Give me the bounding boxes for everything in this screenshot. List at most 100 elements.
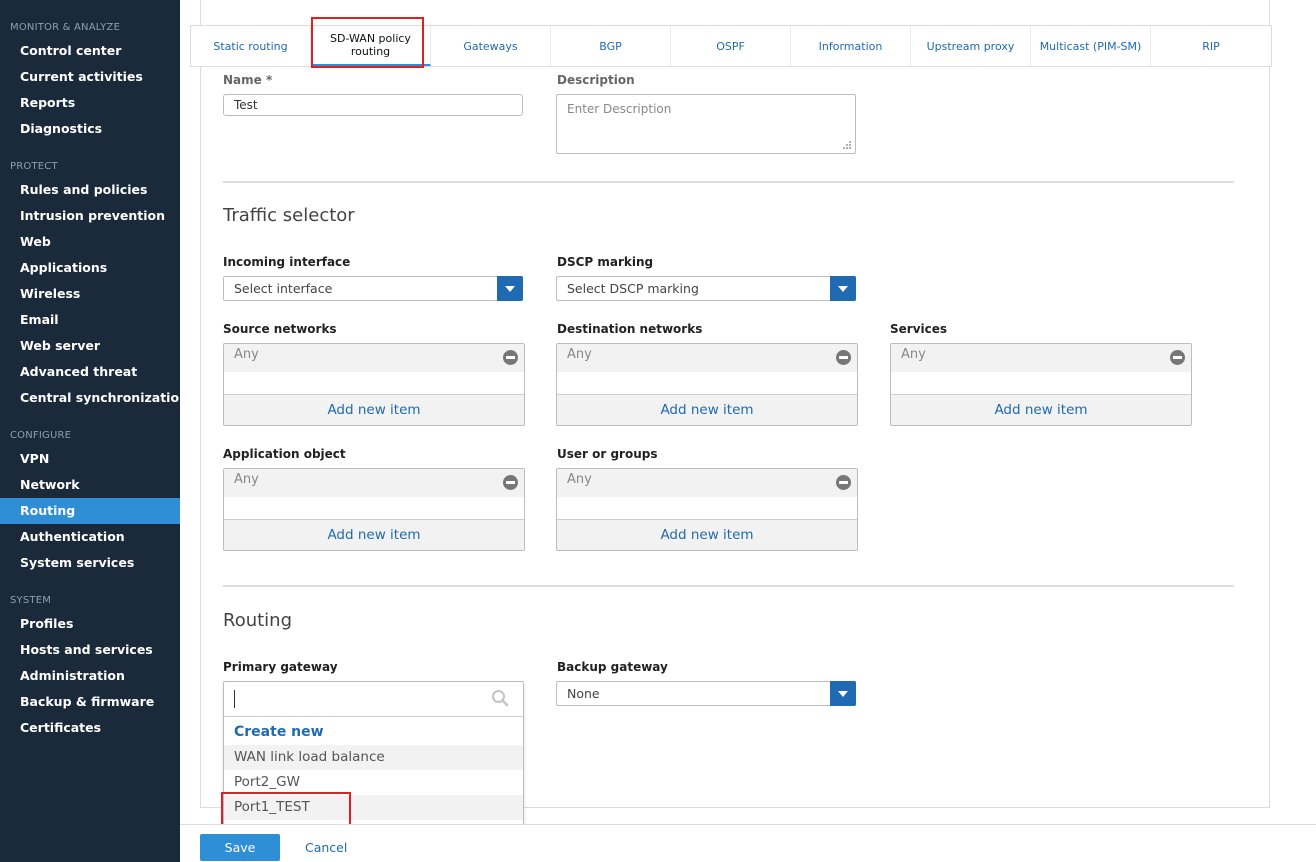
sidebar-section-system: SYSTEM xyxy=(10,595,52,606)
description-placeholder: Enter Description xyxy=(567,102,672,116)
name-input[interactable]: Test xyxy=(223,94,523,116)
backup-gateway-select[interactable]: None xyxy=(556,681,856,706)
sidebar-item-backup-firmware[interactable]: Backup & firmware xyxy=(0,689,180,715)
destination-networks-label: Destination networks xyxy=(557,322,703,336)
sidebar-section-configure: CONFIGURE xyxy=(10,430,72,441)
sidebar-item-wireless[interactable]: Wireless xyxy=(0,281,180,307)
routing-title: Routing xyxy=(223,610,293,631)
sidebar-item-applications[interactable]: Applications xyxy=(0,255,180,281)
add-new-item-button[interactable]: Add new item xyxy=(224,519,524,550)
sidebar-item-web[interactable]: Web xyxy=(0,229,180,255)
user-or-groups-list: Any Add new item xyxy=(556,468,858,551)
list-item-value: Any xyxy=(567,472,592,487)
gateway-option-port2-gw[interactable]: Port2_GW xyxy=(224,770,523,795)
sidebar-item-advanced-threat[interactable]: Advanced threat xyxy=(0,359,180,385)
divider xyxy=(223,585,1234,587)
tab-static-routing[interactable]: Static routing xyxy=(191,26,311,66)
tab-bar: Static routing SD-WAN policy routing Gat… xyxy=(190,25,1272,67)
list-item-value: Any xyxy=(234,347,259,362)
add-new-item-button[interactable]: Add new item xyxy=(224,394,524,425)
sidebar-item-network[interactable]: Network xyxy=(0,472,180,498)
application-object-label: Application object xyxy=(223,447,346,461)
resize-grip-icon[interactable] xyxy=(842,140,852,150)
sidebar-item-diagnostics[interactable]: Diagnostics xyxy=(0,116,180,142)
tab-gateways[interactable]: Gateways xyxy=(431,26,551,66)
sidebar-item-routing[interactable]: Routing xyxy=(0,498,180,524)
primary-gateway-dropdown: Create new WAN link load balance Port2_G… xyxy=(223,681,524,827)
remove-icon[interactable] xyxy=(836,475,851,490)
save-button[interactable]: Save xyxy=(200,834,280,861)
chevron-down-icon[interactable] xyxy=(830,276,856,301)
source-networks-label: Source networks xyxy=(223,322,337,336)
backup-gateway-label: Backup gateway xyxy=(557,660,668,674)
services-list: Any Add new item xyxy=(890,343,1192,426)
incoming-interface-value: Select interface xyxy=(234,281,333,296)
sidebar-item-profiles[interactable]: Profiles xyxy=(0,611,180,637)
sidebar-item-vpn[interactable]: VPN xyxy=(0,446,180,472)
description-label: Description xyxy=(557,73,635,87)
sidebar-item-hosts-and-services[interactable]: Hosts and services xyxy=(0,637,180,663)
sidebar-item-email[interactable]: Email xyxy=(0,307,180,333)
tab-rip[interactable]: RIP xyxy=(1151,26,1271,66)
traffic-selector-title: Traffic selector xyxy=(223,205,355,226)
sidebar-section-protect: PROTECT xyxy=(10,161,58,172)
incoming-interface-label: Incoming interface xyxy=(223,255,351,269)
sidebar-section-monitor: MONITOR & ANALYZE xyxy=(10,22,121,33)
list-item-value: Any xyxy=(234,472,259,487)
list-item: Any xyxy=(557,469,857,497)
sidebar-item-current-activities[interactable]: Current activities xyxy=(0,64,180,90)
name-label: Name * xyxy=(223,73,273,87)
gateway-option-port1-test[interactable]: Port1_TEST xyxy=(224,795,523,820)
list-item: Any xyxy=(224,344,524,372)
text-caret xyxy=(234,690,235,708)
sidebar-item-reports[interactable]: Reports xyxy=(0,90,180,116)
sidebar: MONITOR & ANALYZE Control center Current… xyxy=(0,0,188,862)
gateway-search-input[interactable] xyxy=(224,682,523,717)
dscp-marking-select[interactable]: Select DSCP marking xyxy=(556,276,856,301)
application-object-list: Any Add new item xyxy=(223,468,525,551)
dscp-marking-label: DSCP marking xyxy=(557,255,654,269)
list-item: Any xyxy=(224,469,524,497)
sidebar-item-intrusion-prevention[interactable]: Intrusion prevention xyxy=(0,203,180,229)
chevron-down-icon[interactable] xyxy=(497,276,523,301)
remove-icon[interactable] xyxy=(1170,350,1185,365)
tab-information[interactable]: Information xyxy=(791,26,911,66)
user-or-groups-label: User or groups xyxy=(557,447,658,461)
list-item-value: Any xyxy=(567,347,592,362)
remove-icon[interactable] xyxy=(503,350,518,365)
incoming-interface-select[interactable]: Select interface xyxy=(223,276,523,301)
description-textarea[interactable]: Enter Description xyxy=(556,94,856,154)
tab-bgp[interactable]: BGP xyxy=(551,26,671,66)
add-new-item-button[interactable]: Add new item xyxy=(891,394,1191,425)
dscp-marking-value: Select DSCP marking xyxy=(567,281,699,296)
remove-icon[interactable] xyxy=(503,475,518,490)
source-networks-list: Any Add new item xyxy=(223,343,525,426)
sidebar-item-certificates[interactable]: Certificates xyxy=(0,715,180,741)
sidebar-item-central-synchronization[interactable]: Central synchronization xyxy=(0,385,188,411)
sidebar-item-authentication[interactable]: Authentication xyxy=(0,524,180,550)
sidebar-item-system-services[interactable]: System services xyxy=(0,550,180,576)
sidebar-item-control-center[interactable]: Control center xyxy=(0,38,180,64)
sidebar-item-rules-and-policies[interactable]: Rules and policies xyxy=(0,177,180,203)
add-new-item-button[interactable]: Add new item xyxy=(557,394,857,425)
create-new-option[interactable]: Create new xyxy=(224,720,523,745)
add-new-item-button[interactable]: Add new item xyxy=(557,519,857,550)
destination-networks-list: Any Add new item xyxy=(556,343,858,426)
list-item-value: Any xyxy=(901,347,926,362)
chevron-down-icon[interactable] xyxy=(830,681,856,706)
remove-icon[interactable] xyxy=(836,350,851,365)
backup-gateway-value: None xyxy=(567,686,600,701)
tab-ospf[interactable]: OSPF xyxy=(671,26,791,66)
list-item: Any xyxy=(557,344,857,372)
sidebar-item-administration[interactable]: Administration xyxy=(0,663,180,689)
tab-upstream-proxy[interactable]: Upstream proxy xyxy=(911,26,1031,66)
cancel-button[interactable]: Cancel xyxy=(305,840,347,855)
tab-sdwan-policy-routing[interactable]: SD-WAN policy routing xyxy=(311,26,431,66)
list-item: Any xyxy=(891,344,1191,372)
sidebar-item-web-server[interactable]: Web server xyxy=(0,333,180,359)
divider xyxy=(223,181,1234,183)
gateway-option-wan-link-load-balance[interactable]: WAN link load balance xyxy=(224,745,523,770)
footer-bar xyxy=(180,824,1316,862)
search-icon xyxy=(492,690,509,707)
tab-multicast[interactable]: Multicast (PIM-SM) xyxy=(1031,26,1151,66)
